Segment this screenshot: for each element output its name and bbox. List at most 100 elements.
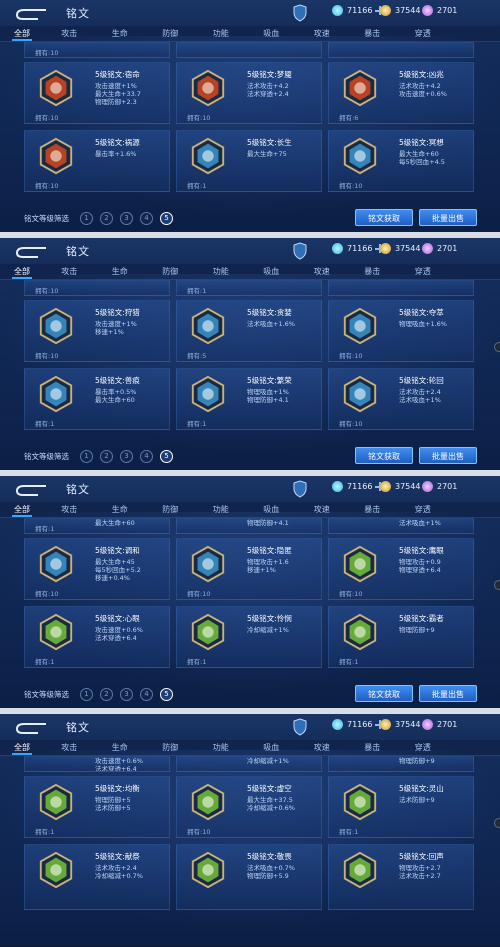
level-2-button[interactable]: 2 — [100, 688, 113, 701]
scroll-handle[interactable] — [494, 580, 500, 590]
rune-card-partial[interactable]: 拥有:10 — [24, 42, 170, 58]
level-1-button[interactable]: 1 — [80, 212, 93, 225]
rune-card[interactable]: 5级铭文:兽痕 暴击率+0.5% 最大生命+60 拥有:1 — [24, 368, 170, 430]
tab-3[interactable]: 防御 — [145, 26, 196, 41]
rune-card[interactable]: 5级铭文:调和 最大生命+45 每5秒回血+5.2 移速+0.4% 拥有:10 — [24, 538, 170, 600]
level-5-button[interactable]: 5 — [160, 212, 173, 225]
acquire-rune-button[interactable]: 铭文获取 — [355, 447, 413, 464]
batch-sell-button[interactable]: 批量出售 — [419, 209, 477, 226]
tab-5[interactable]: 吸血 — [246, 264, 297, 279]
tab-3[interactable]: 防御 — [145, 740, 196, 755]
level-5-button[interactable]: 5 — [160, 450, 173, 463]
rune-card[interactable]: 5级铭文:狩猎 攻击速度+1% 移速+1% 拥有:10 — [24, 300, 170, 362]
shield-icon[interactable] — [293, 718, 307, 736]
rune-card[interactable]: 5级铭文:梦魇 法术攻击+4.2 法术穿透+2.4 拥有:10 — [176, 62, 322, 124]
level-1-button[interactable]: 1 — [80, 688, 93, 701]
tab-1[interactable]: 攻击 — [44, 740, 95, 755]
rune-card[interactable]: 5级铭文:贪婪 法术吸血+1.6% 拥有:5 — [176, 300, 322, 362]
level-4-button[interactable]: 4 — [140, 450, 153, 463]
tab-8[interactable]: 穿透 — [398, 264, 449, 279]
tab-7[interactable]: 暴击 — [347, 26, 398, 41]
level-3-button[interactable]: 3 — [120, 212, 133, 225]
tab-6[interactable]: 攻速 — [297, 26, 348, 41]
tab-1[interactable]: 攻击 — [44, 26, 95, 41]
tab-5[interactable]: 吸血 — [246, 26, 297, 41]
tab-0[interactable]: 全部 — [0, 740, 44, 755]
rune-card[interactable]: 5级铭文:宿命 攻击速度+1% 最大生命+33.7 物理防御+2.3 拥有:10 — [24, 62, 170, 124]
rune-card[interactable]: 5级铭文:长生 最大生命+75 拥有:1 — [176, 130, 322, 192]
back-icon[interactable] — [14, 720, 48, 734]
tab-3[interactable]: 防御 — [145, 502, 196, 517]
level-4-button[interactable]: 4 — [140, 212, 153, 225]
level-3-button[interactable]: 3 — [120, 450, 133, 463]
rune-card[interactable]: 5级铭文:隐匿 物理攻击+1.6 移速+1% 拥有:10 — [176, 538, 322, 600]
batch-sell-button[interactable]: 批量出售 — [419, 447, 477, 464]
level-4-button[interactable]: 4 — [140, 688, 153, 701]
shield-icon[interactable] — [293, 4, 307, 22]
rune-card[interactable]: 5级铭文:祸源 暴击率+1.6% 拥有:10 — [24, 130, 170, 192]
level-2-button[interactable]: 2 — [100, 450, 113, 463]
shield-icon[interactable] — [293, 480, 307, 498]
back-icon[interactable] — [14, 482, 48, 496]
rune-card-partial[interactable]: 攻击速度+0.6% 法术穿透+6.4 — [24, 756, 170, 772]
rune-card[interactable]: 5级铭文:均衡 物理防御+5 法术防御+5 拥有:1 — [24, 776, 170, 838]
level-2-button[interactable]: 2 — [100, 212, 113, 225]
tab-6[interactable]: 攻速 — [297, 740, 348, 755]
scroll-handle[interactable] — [494, 342, 500, 352]
acquire-rune-button[interactable]: 铭文获取 — [355, 209, 413, 226]
rune-card[interactable]: 5级铭文:灵山 法术防御+9 拥有:1 — [328, 776, 474, 838]
tab-4[interactable]: 功能 — [196, 740, 247, 755]
tab-4[interactable]: 功能 — [196, 264, 247, 279]
tab-4[interactable]: 功能 — [196, 502, 247, 517]
acquire-rune-button[interactable]: 铭文获取 — [355, 685, 413, 702]
rune-card[interactable]: 5级铭文:心眼 攻击速度+0.6% 法术穿透+6.4 拥有:1 — [24, 606, 170, 668]
tab-2[interactable]: 生命 — [95, 264, 146, 279]
rune-card-partial[interactable]: 拥有:10 — [24, 280, 170, 296]
rune-card[interactable]: 5级铭文:冥想 最大生命+60 每5秒回血+4.5 拥有:10 — [328, 130, 474, 192]
tab-6[interactable]: 攻速 — [297, 502, 348, 517]
rune-card[interactable]: 5级铭文:霸者 物理防御+9 拥有:1 — [328, 606, 474, 668]
tab-7[interactable]: 暴击 — [347, 264, 398, 279]
tab-7[interactable]: 暴击 — [347, 502, 398, 517]
tab-2[interactable]: 生命 — [95, 502, 146, 517]
tab-8[interactable]: 穿透 — [398, 502, 449, 517]
tab-7[interactable]: 暴击 — [347, 740, 398, 755]
tab-0[interactable]: 全部 — [0, 264, 44, 279]
level-3-button[interactable]: 3 — [120, 688, 133, 701]
rune-card-partial[interactable] — [328, 42, 474, 58]
batch-sell-button[interactable]: 批量出售 — [419, 685, 477, 702]
rune-card[interactable]: 5级铭文:虚空 最大生命+37.5 冷却缩减+0.6% 拥有:10 — [176, 776, 322, 838]
rune-card[interactable]: 5级铭文:轮回 法术攻击+2.4 法术吸血+1% 拥有:10 — [328, 368, 474, 430]
rune-card[interactable]: 5级铭文:鹰眼 物理攻击+0.9 物理穿透+6.4 拥有:10 — [328, 538, 474, 600]
rune-card[interactable]: 5级铭文:怜悯 冷却缩减+1% 拥有:1 — [176, 606, 322, 668]
rune-card[interactable]: 5级铭文:献祭 法术攻击+2.4 冷却缩减+0.7% — [24, 844, 170, 910]
tab-6[interactable]: 攻速 — [297, 264, 348, 279]
level-1-button[interactable]: 1 — [80, 450, 93, 463]
tab-0[interactable]: 全部 — [0, 502, 44, 517]
back-icon[interactable] — [14, 6, 48, 20]
tab-4[interactable]: 功能 — [196, 26, 247, 41]
back-icon[interactable] — [14, 244, 48, 258]
rune-card[interactable]: 5级铭文:繁荣 物理吸血+1% 物理防御+4.1 拥有:1 — [176, 368, 322, 430]
tab-2[interactable]: 生命 — [95, 26, 146, 41]
tab-5[interactable]: 吸血 — [246, 502, 297, 517]
scroll-handle[interactable] — [494, 818, 500, 828]
tab-0[interactable]: 全部 — [0, 26, 44, 41]
tab-1[interactable]: 攻击 — [44, 264, 95, 279]
level-5-button[interactable]: 5 — [160, 688, 173, 701]
tab-5[interactable]: 吸血 — [246, 740, 297, 755]
rune-card[interactable]: 5级铭文:凶兆 法术攻击+4.2 攻击速度+0.6% 拥有:6 — [328, 62, 474, 124]
rune-card-partial[interactable] — [328, 280, 474, 296]
rune-card[interactable]: 5级铭文:夺萃 物理吸血+1.6% 拥有:10 — [328, 300, 474, 362]
rune-card-partial[interactable]: 拥有:1 — [176, 280, 322, 296]
rune-card-partial[interactable]: 物理防御+9 — [328, 756, 474, 772]
tab-8[interactable]: 穿透 — [398, 740, 449, 755]
shield-icon[interactable] — [293, 242, 307, 260]
tab-8[interactable]: 穿透 — [398, 26, 449, 41]
tab-1[interactable]: 攻击 — [44, 502, 95, 517]
rune-card-partial[interactable]: 最大生命+60 拥有:1 — [24, 518, 170, 534]
tab-2[interactable]: 生命 — [95, 740, 146, 755]
rune-card-partial[interactable] — [176, 42, 322, 58]
rune-card[interactable]: 5级铭文:敬畏 法术吸血+0.7% 物理防御+5.9 — [176, 844, 322, 910]
tab-3[interactable]: 防御 — [145, 264, 196, 279]
